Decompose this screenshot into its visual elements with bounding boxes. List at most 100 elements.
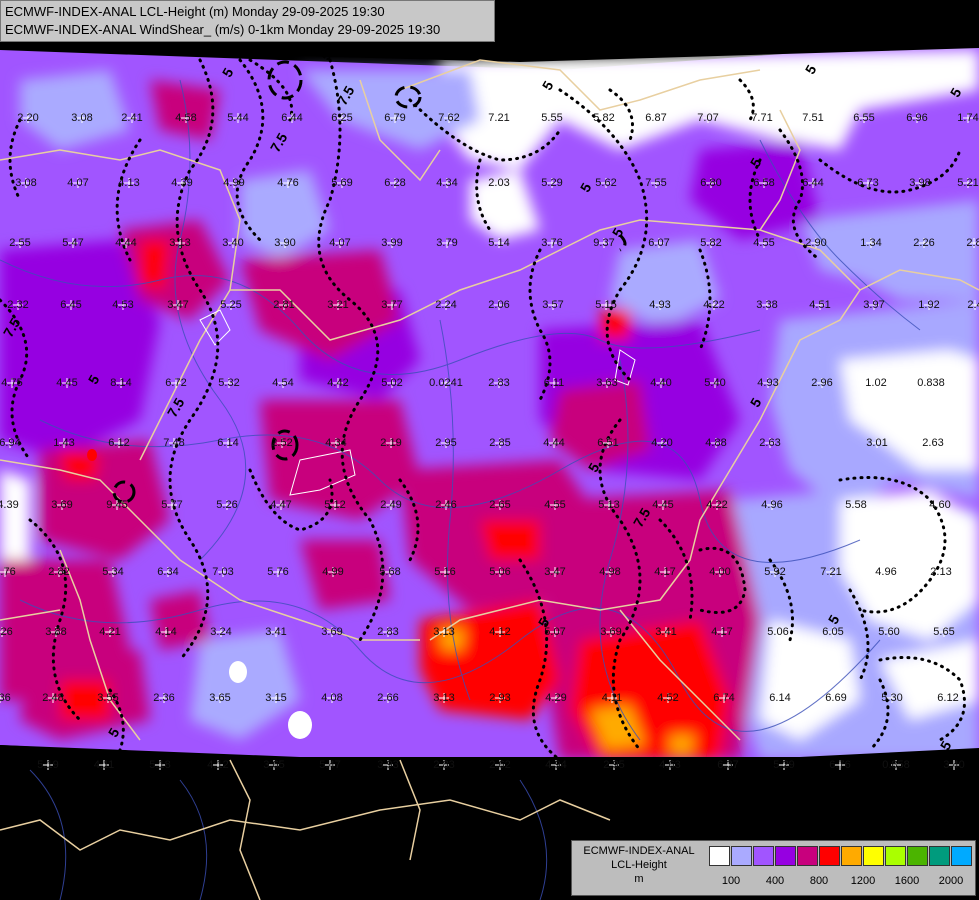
windshear-value-label: 4.22 [703, 299, 724, 311]
windshear-value-label: 6.14 [769, 692, 790, 704]
windshear-value-label: 3.63 [596, 377, 617, 389]
windshear-value-label: 7.07 [697, 112, 718, 124]
windshear-value-label: 6.76 [829, 759, 850, 771]
windshear-value-label: 3.41 [265, 626, 286, 638]
windshear-value-label: 2.46 [435, 499, 456, 511]
windshear-value-label: 3.21 [327, 299, 348, 311]
legend-title-field: LCL-Height [611, 859, 667, 871]
windshear-value-label: 4.93 [649, 299, 670, 311]
windshear-value-label: 6.94 [0, 437, 21, 449]
windshear-value-label: 1.92 [918, 299, 939, 311]
legend-swatch [863, 846, 884, 866]
windshear-value-label: 6.05 [822, 626, 843, 638]
windshear-value-label: 1.74 [957, 112, 978, 124]
legend-title-unit: m [634, 873, 644, 885]
windshear-value-label: 4.88 [705, 437, 726, 449]
windshear-value-label: 7.21 [488, 112, 509, 124]
windshear-value-label: 7.55 [645, 177, 666, 189]
legend-tick-label: 100 [721, 875, 741, 887]
windshear-value-label: 3.93 [377, 759, 398, 771]
windshear-value-label: 6.51 [597, 437, 618, 449]
legend-swatch [797, 846, 818, 866]
windshear-value-label: 5.40 [704, 377, 725, 389]
windshear-value-label: 4.45 [56, 377, 77, 389]
windshear-value-label: 5.69 [331, 177, 352, 189]
windshear-value-label: 6.87 [645, 112, 666, 124]
windshear-value-label: 1.02 [865, 377, 886, 389]
windshear-value-label: 2.48 [42, 692, 63, 704]
windshear-value-label: 2.95 [435, 437, 456, 449]
windshear-value-label: 5.30 [881, 692, 902, 704]
windshear-value-label: 6.96 [906, 112, 927, 124]
windshear-value-label: 3.69 [600, 626, 621, 638]
windshear-value-label: 6.80 [700, 177, 721, 189]
legend-swatch [731, 846, 752, 866]
legend-swatch [775, 846, 796, 866]
windshear-value-label: 4.99 [223, 177, 244, 189]
legend-swatch [907, 846, 928, 866]
windshear-value-label: 2.19 [380, 437, 401, 449]
windshear-value-label: 2.41 [121, 112, 142, 124]
windshear-value-label: 2.20 [17, 112, 38, 124]
windshear-value-label: 4.00 [709, 566, 730, 578]
windshear-value-label: 4.96 [875, 566, 896, 578]
windshear-value-label: 0.0241 [429, 377, 463, 389]
windshear-value-label: 5.47 [62, 237, 83, 249]
windshear-value-label: 4.20 [651, 437, 672, 449]
windshear-value-label: 4.76 [277, 177, 298, 189]
windshear-value-label: 5.58 [845, 499, 866, 511]
windshear-value-label: 5.65 [933, 626, 954, 638]
legend-tick-label: 400 [765, 875, 785, 887]
windshear-value-label: 5.06 [767, 626, 788, 638]
legend-tick-label: 1200 [850, 875, 876, 887]
windshear-value-label: 5.15 [595, 299, 616, 311]
windshear-value-label: 3.98 [909, 177, 930, 189]
windshear-value-label: 2.06 [488, 299, 509, 311]
windshear-value-label: 3.13 [169, 237, 190, 249]
windshear-value-label: 3.69 [51, 499, 72, 511]
legend-title-model: ECMWF-INDEX-ANAL [583, 845, 695, 857]
windshear-value-label: 5.14 [488, 237, 509, 249]
windshear-value-label: 5.68 [379, 566, 400, 578]
lcl-height-map[interactable]: 2.20 3.08 2.41 4.58 5.44 6.44 6.25 6.79 7.62 7.21… [0, 0, 979, 900]
windshear-value-label: 4.44 [543, 437, 564, 449]
windshear-value-label: 2.8 [966, 237, 979, 249]
legend-tick-label: 2000 [938, 875, 964, 887]
windshear-value-label: 4.42 [327, 377, 348, 389]
legend-swatch [841, 846, 862, 866]
windshear-value-label: 5.77 [161, 499, 182, 511]
windshear-value-label: 4.11 [94, 759, 115, 771]
windshear-value-label: 5.76 [267, 566, 288, 578]
map-header: ECMWF-INDEX-ANAL LCL-Height (m) Monday 2… [0, 0, 495, 42]
windshear-value-label: 6.73 [857, 177, 878, 189]
windshear-value-label: 4.29 [545, 692, 566, 704]
legend-swatch [709, 846, 730, 866]
windshear-value-label: 6.34 [157, 566, 178, 578]
windshear-value-label: 3.15 [265, 692, 286, 704]
header-line-lcl: ECMWF-INDEX-ANAL LCL-Height (m) Monday 2… [5, 4, 385, 19]
windshear-value-label: 6.45 [60, 299, 81, 311]
windshear-value-label: 6.07 [648, 237, 669, 249]
windshear-value-label: 4.45 [652, 499, 673, 511]
windshear-value-label: 4.55 [753, 237, 774, 249]
windshear-value-label: 5.25 [220, 299, 241, 311]
windshear-value-label: 3.47 [544, 566, 565, 578]
windshear-value-label: 5.44 [227, 112, 248, 124]
windshear-value-label: 6.58 [753, 177, 774, 189]
windshear-value-label: 2.66 [377, 692, 398, 704]
windshear-value-label: 4.34 [325, 437, 346, 449]
windshear-value-label: 2.85 [489, 437, 510, 449]
windshear-value-label: 4.52 [657, 692, 678, 704]
map-screen: 2.20 3.08 2.41 4.58 5.44 6.44 6.25 6.79 7.62 7.21… [0, 0, 979, 900]
windshear-value-label: 5.62 [595, 177, 616, 189]
windshear-value-label: 4.75 [1, 377, 22, 389]
windshear-value-label: 4.54 [272, 377, 293, 389]
windshear-value-label: 6.79 [384, 112, 405, 124]
windshear-value-label: 5.60 [878, 626, 899, 638]
windshear-value-label: 5.12 [324, 499, 345, 511]
windshear-value-label: 2.26 [913, 237, 934, 249]
windshear-value-label: 4.40 [650, 377, 671, 389]
windshear-value-label: 5.13 [598, 499, 619, 511]
windshear-value-label: 5.82 [700, 237, 721, 249]
windshear-value-label: 4.53 [112, 299, 133, 311]
